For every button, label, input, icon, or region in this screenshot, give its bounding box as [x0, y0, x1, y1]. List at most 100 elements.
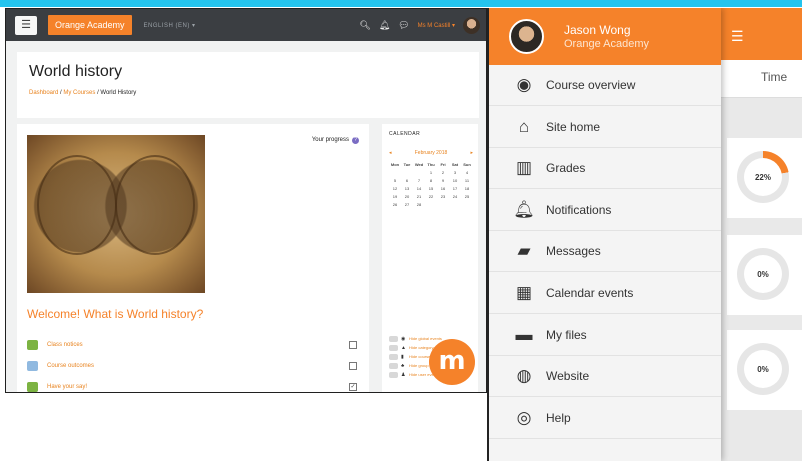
calendar-day[interactable]: 11 [461, 178, 473, 183]
completion-checkbox[interactable]: ✓ [349, 383, 357, 391]
activity-row[interactable]: Have your say! ✓ [27, 380, 357, 392]
hamburger-icon[interactable]: ☰ [731, 28, 744, 45]
bell-icon[interactable]: 🔔︎ [379, 20, 390, 31]
help-icon[interactable]: ? [352, 137, 359, 144]
page-header: World history Dashboard / My Courses / W… [17, 52, 479, 118]
calendar-prev-button[interactable]: ◂ [389, 150, 392, 156]
calendar-day[interactable]: 24 [449, 194, 461, 199]
messages-icon: ▰ [517, 241, 531, 261]
calendar-day[interactable]: 9 [437, 178, 449, 183]
calendar-nav: ◂ February 2018 ▸ [389, 150, 473, 156]
mobile-app-view: ☰ Time 22% 0% 0% Jason Wong Orange Acade… [487, 8, 802, 461]
drawer-item-help[interactable]: ◎ Help [489, 398, 721, 439]
progress-value: 0% [757, 364, 769, 374]
activity-link[interactable]: Have your say! [47, 384, 87, 390]
chat-icon[interactable]: 💬︎ [398, 20, 409, 31]
calendar-next-button[interactable]: ▸ [470, 150, 473, 156]
globe-icon: ◍ [516, 366, 532, 386]
drawer-item-grades[interactable]: ▥ Grades [489, 148, 721, 190]
calendar-day [425, 202, 437, 207]
forum-icon [27, 340, 38, 350]
nav-drawer-toggle[interactable]: ☰ [15, 15, 37, 35]
calendar-day[interactable]: 2 [437, 170, 449, 175]
calendar-day[interactable]: 13 [401, 186, 413, 191]
drawer-item-my-files[interactable]: ▬ My files [489, 315, 721, 356]
calendar-day[interactable]: 19 [389, 194, 401, 199]
tab-time[interactable]: Time [721, 60, 802, 98]
drawer-item-course-overview[interactable]: ◉ Course overview [489, 65, 721, 106]
calendar-day[interactable]: 17 [449, 186, 461, 191]
drawer-user-name: Jason Wong [564, 23, 631, 37]
activity-link[interactable]: Class notices [47, 342, 83, 348]
course-progress-card[interactable]: 0% [727, 330, 802, 410]
calendar-day[interactable]: 22 [425, 194, 437, 199]
drawer-item-messages[interactable]: ▰ Messages [489, 231, 721, 273]
calendar-day[interactable]: 12 [389, 186, 401, 191]
course-progress-card[interactable]: 22% [727, 138, 802, 218]
calendar-day[interactable]: 6 [401, 178, 413, 183]
drawer-item-label: Site home [546, 119, 601, 134]
drawer-item-site-home[interactable]: ⌂ Site home [489, 107, 721, 148]
calendar-day[interactable]: 21 [413, 194, 425, 199]
calendar-day[interactable]: 14 [413, 186, 425, 191]
drawer-header[interactable]: Jason Wong Orange Academy [489, 8, 721, 65]
drawer-item-label: Grades [546, 161, 586, 176]
calendar-day[interactable]: 28 [413, 202, 425, 207]
calendar-day-header: Thu [427, 162, 435, 167]
calendar-day[interactable]: 4 [461, 170, 473, 175]
breadcrumb-my-courses[interactable]: My Courses [63, 90, 95, 96]
eye-icon[interactable] [389, 353, 398, 360]
course-main-section: Your progress? Welcome! What is World hi… [17, 124, 369, 392]
calendar-day[interactable]: 10 [449, 178, 461, 183]
user-icon: ♟ [401, 371, 406, 378]
calendar-day[interactable]: 16 [437, 186, 449, 191]
avatar[interactable] [463, 16, 480, 34]
calendar-day[interactable]: 3 [449, 170, 461, 175]
user-menu[interactable]: Ms M Castill ▾ [418, 22, 455, 29]
course-progress-card[interactable]: 0% [727, 235, 802, 315]
eye-icon[interactable] [389, 362, 398, 369]
eye-icon[interactable] [389, 371, 398, 378]
calendar-day[interactable]: 27 [401, 202, 413, 207]
grades-icon: ▥ [515, 158, 533, 178]
calendar-day [437, 202, 449, 207]
your-progress: Your progress? [312, 137, 359, 144]
calendar-day [461, 202, 473, 207]
calendar-month[interactable]: February 2018 [415, 150, 448, 156]
language-menu[interactable]: ENGLISH (EN) ▾ [144, 22, 196, 29]
eye-icon[interactable] [389, 344, 398, 351]
completion-checkbox[interactable] [349, 341, 357, 349]
bell-icon: 🔔︎ [513, 199, 535, 219]
calendar-day[interactable]: 20 [401, 194, 413, 199]
calendar-day[interactable]: 18 [461, 186, 473, 191]
calendar-day [401, 170, 413, 175]
completion-checkbox[interactable] [349, 362, 357, 370]
hamburger-icon: ☰ [21, 18, 31, 31]
drawer-item-notifications[interactable]: 🔔︎ Notifications [489, 190, 721, 231]
calendar-day[interactable]: 5 [389, 178, 401, 183]
calendar-day[interactable]: 1 [425, 170, 437, 175]
breadcrumb-dashboard[interactable]: Dashboard [29, 90, 58, 96]
drawer-item-calendar-events[interactable]: ▦ Calendar events [489, 273, 721, 314]
calendar-legend-label[interactable]: Hide global events [409, 336, 442, 341]
calendar-day[interactable]: 26 [389, 202, 401, 207]
calendar-day [413, 170, 425, 175]
eye-icon[interactable] [389, 335, 398, 342]
calendar-day [449, 202, 461, 207]
activity-row[interactable]: Class notices [27, 338, 357, 352]
site-brand[interactable]: Orange Academy [48, 15, 132, 35]
calendar-day-header: Wed [414, 162, 424, 167]
calendar-day[interactable]: 25 [461, 194, 473, 199]
calendar-day[interactable]: 15 [425, 186, 437, 191]
calendar-day[interactable]: 23 [437, 194, 449, 199]
screenshot: ☰ Orange Academy ENGLISH (EN) ▾ 🔍︎ 🔔︎ 💬︎… [0, 0, 802, 461]
avatar[interactable] [509, 19, 544, 54]
calendar-day[interactable]: 8 [425, 178, 437, 183]
search-icon[interactable]: 🔍︎ [359, 20, 370, 31]
calendar-day[interactable]: 7 [413, 178, 425, 183]
progress-ring: 22% [737, 151, 789, 203]
activity-row[interactable]: Course outcomes [27, 359, 357, 373]
drawer-item-website[interactable]: ◍ Website [489, 356, 721, 398]
activity-link[interactable]: Course outcomes [47, 363, 94, 369]
calendar-day-header: Sat [451, 162, 459, 167]
